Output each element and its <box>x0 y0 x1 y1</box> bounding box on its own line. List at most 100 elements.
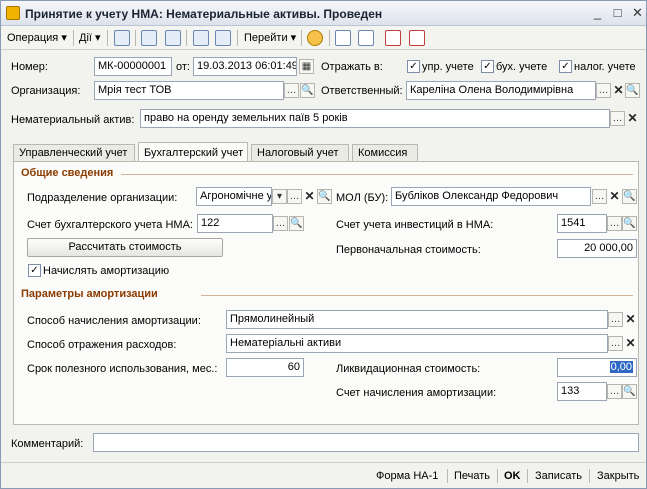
dt-kt-tax-icon[interactable] <box>409 30 425 46</box>
account-select-button[interactable]: … <box>273 216 288 231</box>
responsible-label: Ответственный: <box>321 85 403 97</box>
reflect-mgmt-checkbox[interactable]: ✓ <box>407 60 420 73</box>
footer-divider <box>447 469 448 483</box>
tree-view-icon[interactable] <box>358 30 374 46</box>
toolbar: Операция ▾ Дії ▾ Перейти ▾ <box>1 26 646 50</box>
tab-management[interactable]: Управленческий учет <box>13 144 135 162</box>
ok-button[interactable]: OK <box>504 468 521 484</box>
intangible-asset-label: Нематериальный актив: <box>11 114 135 126</box>
date-field[interactable]: 19.03.2013 06:01:49 <box>193 57 297 76</box>
responsible-field[interactable]: Кареліна Олена Володимирівна <box>406 81 596 100</box>
expense-method-field[interactable]: Нематеріальні активи <box>226 334 608 353</box>
refresh-icon[interactable] <box>141 30 157 46</box>
liquidation-value-label: Ликвидационная стоимость: <box>336 363 481 375</box>
mol-open-icon[interactable]: 🔍 <box>622 189 637 204</box>
account-label: Счет бухгалтерского учета НМА: <box>27 219 193 231</box>
print-button[interactable]: Печать <box>454 468 490 484</box>
comment-field[interactable] <box>93 433 639 452</box>
account-field[interactable]: 122 <box>197 214 273 233</box>
responsible-clear-icon[interactable]: ✕ <box>611 83 626 98</box>
chevron-down-icon: ▾ <box>290 32 297 44</box>
toolbar-divider <box>237 30 238 46</box>
reflect-tax-label: налог. учете <box>574 61 636 73</box>
reflect-acc-label: бух. учете <box>496 61 548 73</box>
dt-kt-icon[interactable] <box>385 30 401 46</box>
account-open-icon[interactable]: 🔍 <box>289 216 304 231</box>
invest-select-button[interactable]: … <box>607 216 622 231</box>
reflect-acc-checkbox[interactable]: ✓ <box>481 60 494 73</box>
organization-field[interactable]: Мрія тест ТОВ <box>94 81 284 100</box>
reflect-mgmt-label: упр. учете <box>422 61 474 73</box>
useful-life-field[interactable]: 60 <box>226 358 304 377</box>
operation-menu[interactable]: Операция ▾ <box>7 29 67 47</box>
help-icon[interactable] <box>307 30 323 46</box>
close-window-button[interactable]: ✕ <box>629 5 646 22</box>
org-select-button[interactable]: … <box>284 83 299 98</box>
invest-account-field[interactable]: 1541 <box>557 214 607 233</box>
chevron-down-icon[interactable]: ▾ <box>272 189 287 204</box>
based-on-icon[interactable] <box>193 30 209 46</box>
minimize-button[interactable]: _ <box>589 5 606 22</box>
number-field[interactable]: МК-00000001 <box>94 57 172 76</box>
org-open-icon[interactable]: 🔍 <box>300 83 315 98</box>
mol-select-button[interactable]: … <box>592 189 607 204</box>
form-na1-button[interactable]: Форма НА-1 <box>376 468 438 484</box>
comment-label: Комментарий: <box>11 438 84 450</box>
expense-clear-icon[interactable]: ✕ <box>623 336 638 351</box>
section-divider <box>201 295 633 296</box>
tab-tax[interactable]: Налоговый учет <box>251 144 349 162</box>
mol-field[interactable]: Бубліков Олександр Федорович <box>391 187 591 206</box>
method-select-button[interactable]: … <box>608 312 623 327</box>
amortize-checkbox[interactable]: ✓ <box>28 264 41 277</box>
goto-menu[interactable]: Перейти ▾ <box>244 29 296 47</box>
invest-account-label: Счет учета инвестиций в НМА: <box>336 219 494 231</box>
tab-accounting[interactable]: Бухгалтерский учет <box>138 142 248 163</box>
section-divider <box>121 174 633 175</box>
invest-open-icon[interactable]: 🔍 <box>622 216 637 231</box>
organization-label: Организация: <box>11 85 81 97</box>
mol-clear-icon[interactable]: ✕ <box>607 189 622 204</box>
tab-commission[interactable]: Комиссия <box>352 144 418 162</box>
asset-select-button[interactable]: … <box>610 111 625 126</box>
division-field[interactable]: Агрономічне у <box>196 187 272 206</box>
intangible-asset-field[interactable]: право на оренду земельних паїв 5 років <box>140 109 610 128</box>
chevron-down-icon: ▾ <box>95 32 101 44</box>
toolbar-divider <box>135 30 136 46</box>
footer-divider <box>497 469 498 483</box>
reflect-tax-checkbox[interactable]: ✓ <box>559 60 572 73</box>
division-open-icon[interactable]: 🔍 <box>317 189 332 204</box>
general-section-title: Общие сведения <box>21 167 114 179</box>
initial-cost-field[interactable]: 20 000,00 <box>557 239 637 258</box>
toolbar-divider <box>301 30 302 46</box>
date-label: от: <box>176 61 190 73</box>
division-select-button[interactable]: … <box>287 189 302 204</box>
maximize-button[interactable]: □ <box>609 5 626 22</box>
document-icon <box>6 6 20 20</box>
toolbar-divider <box>73 30 74 46</box>
calendar-icon[interactable]: ▦ <box>299 59 314 74</box>
amort-account-open-icon[interactable]: 🔍 <box>622 384 637 399</box>
expense-select-button[interactable]: … <box>608 336 623 351</box>
close-button[interactable]: Закрыть <box>597 468 639 484</box>
responsible-open-icon[interactable]: 🔍 <box>625 83 640 98</box>
actions-menu[interactable]: Дії ▾ <box>79 29 101 47</box>
post-icon[interactable] <box>114 30 130 46</box>
method-clear-icon[interactable]: ✕ <box>623 312 638 327</box>
title-bar: Принятие к учету НМА: Нематериальные акт… <box>1 1 646 26</box>
amort-method-field[interactable]: Прямолинейный <box>226 310 608 329</box>
amort-account-select-button[interactable]: … <box>607 384 622 399</box>
footer-bar: Форма НА-1 Печать OK Записать Закрыть <box>1 462 646 488</box>
list-view-icon[interactable] <box>335 30 351 46</box>
responsible-select-button[interactable]: … <box>596 83 611 98</box>
copy-document-icon[interactable] <box>165 30 181 46</box>
structure-icon[interactable] <box>215 30 231 46</box>
amort-account-label: Счет начисления амортизации: <box>336 387 497 399</box>
calculate-cost-button[interactable]: Рассчитать стоимость <box>27 238 223 257</box>
amort-account-field[interactable]: 133 <box>557 382 607 401</box>
save-button[interactable]: Записать <box>535 468 582 484</box>
liquidation-value-field[interactable]: 0,00 <box>557 358 637 377</box>
division-clear-icon[interactable]: ✕ <box>302 189 317 204</box>
asset-clear-icon[interactable]: ✕ <box>625 111 640 126</box>
expense-method-label: Способ отражения расходов: <box>27 339 177 351</box>
amort-method-label: Способ начисления амортизации: <box>27 315 201 327</box>
